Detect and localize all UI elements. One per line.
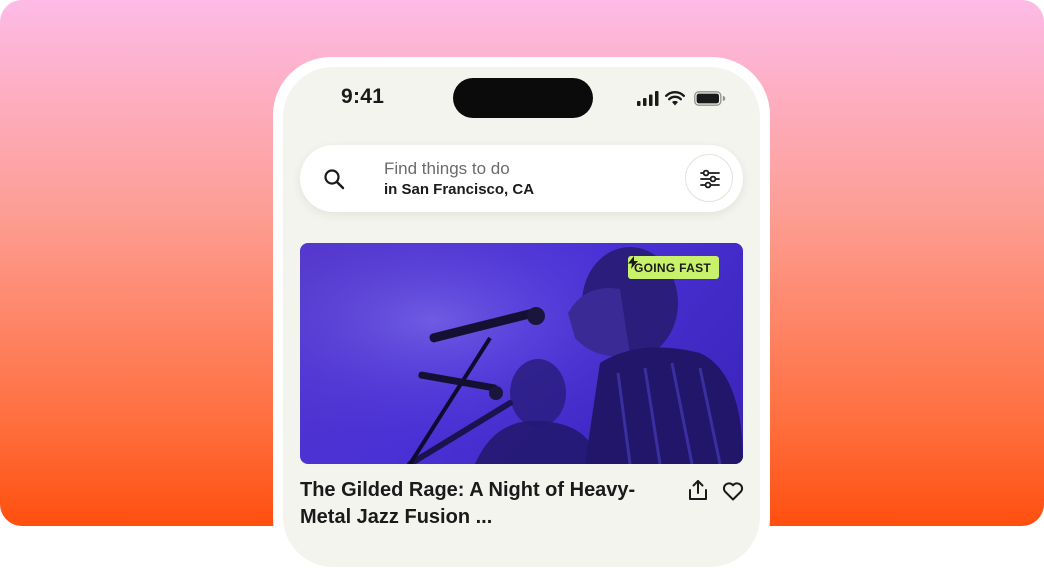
lightning-bolt-icon bbox=[628, 256, 638, 269]
battery-icon bbox=[694, 91, 726, 106]
search-bar[interactable]: Find things to do in San Francisco, CA bbox=[300, 145, 743, 212]
heart-icon[interactable] bbox=[721, 479, 745, 503]
status-time: 9:41 bbox=[341, 85, 385, 108]
search-placeholder[interactable]: Find things to do bbox=[384, 159, 510, 179]
event-title[interactable]: The Gilded Rage: A Night of Heavy-Metal … bbox=[300, 477, 650, 531]
search-icon bbox=[324, 169, 345, 190]
badge-label: GOING FAST bbox=[634, 260, 712, 275]
event-image[interactable]: GOING FAST bbox=[300, 243, 743, 464]
filter-button[interactable] bbox=[685, 154, 733, 202]
dynamic-island bbox=[453, 78, 593, 118]
search-location[interactable]: in San Francisco, CA bbox=[384, 181, 534, 198]
cellular-signal-icon bbox=[637, 91, 659, 106]
wifi-icon bbox=[665, 91, 685, 106]
going-fast-badge: GOING FAST bbox=[628, 256, 720, 279]
filter-sliders-icon bbox=[700, 169, 720, 189]
phone-screen: 9:41 Find things to do in San Francisco,… bbox=[283, 67, 760, 567]
share-icon[interactable] bbox=[686, 478, 710, 502]
